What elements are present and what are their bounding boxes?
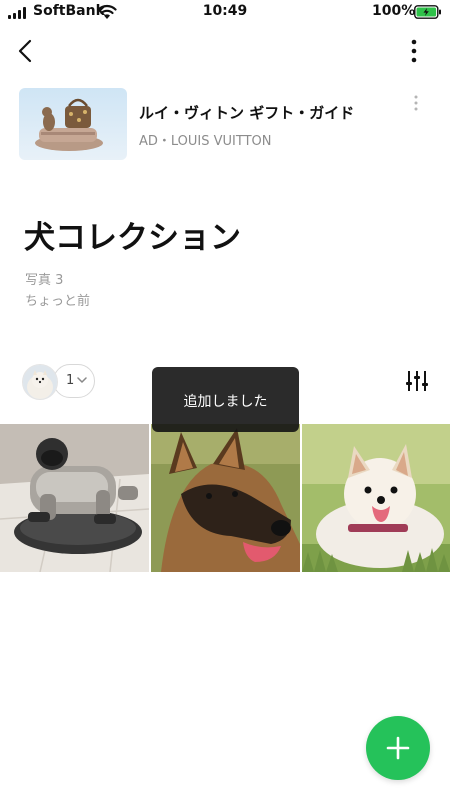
- album-title: 犬コレクション: [24, 220, 241, 256]
- filter-sliders-icon[interactable]: [404, 368, 430, 394]
- more-options-icon[interactable]: [402, 38, 426, 64]
- member-avatar[interactable]: [22, 364, 58, 400]
- ad-title[interactable]: ルイ・ヴィトン ギフト・ガイド: [139, 102, 354, 123]
- chevron-down-icon: [77, 377, 87, 384]
- ad-sponsor-label: AD・LOUIS VUITTON: [139, 134, 272, 149]
- plus-icon: [386, 736, 410, 760]
- updated-time: ちょっと前: [25, 294, 91, 309]
- battery-percent: 100%: [372, 3, 416, 19]
- back-chevron-icon[interactable]: [14, 38, 38, 64]
- photo-german-shepherd[interactable]: [151, 424, 300, 572]
- member-count: 1: [66, 373, 75, 388]
- photo-count: 写真 3: [25, 273, 64, 288]
- toast-message: 追加しました: [183, 394, 268, 410]
- status-bar: SoftBank 10:49 100%: [0, 0, 450, 26]
- photo-grid: [0, 424, 450, 572]
- member-count-button[interactable]: 1: [53, 364, 95, 398]
- toast-notification: 追加しました: [152, 367, 299, 432]
- ad-more-icon[interactable]: [409, 94, 423, 112]
- photo-robot-dog[interactable]: [0, 424, 149, 572]
- battery-charging-icon: [414, 5, 441, 19]
- photo-pomeranian[interactable]: [302, 424, 450, 572]
- add-photo-button[interactable]: [366, 716, 430, 780]
- ad-thumbnail-image[interactable]: [19, 88, 127, 160]
